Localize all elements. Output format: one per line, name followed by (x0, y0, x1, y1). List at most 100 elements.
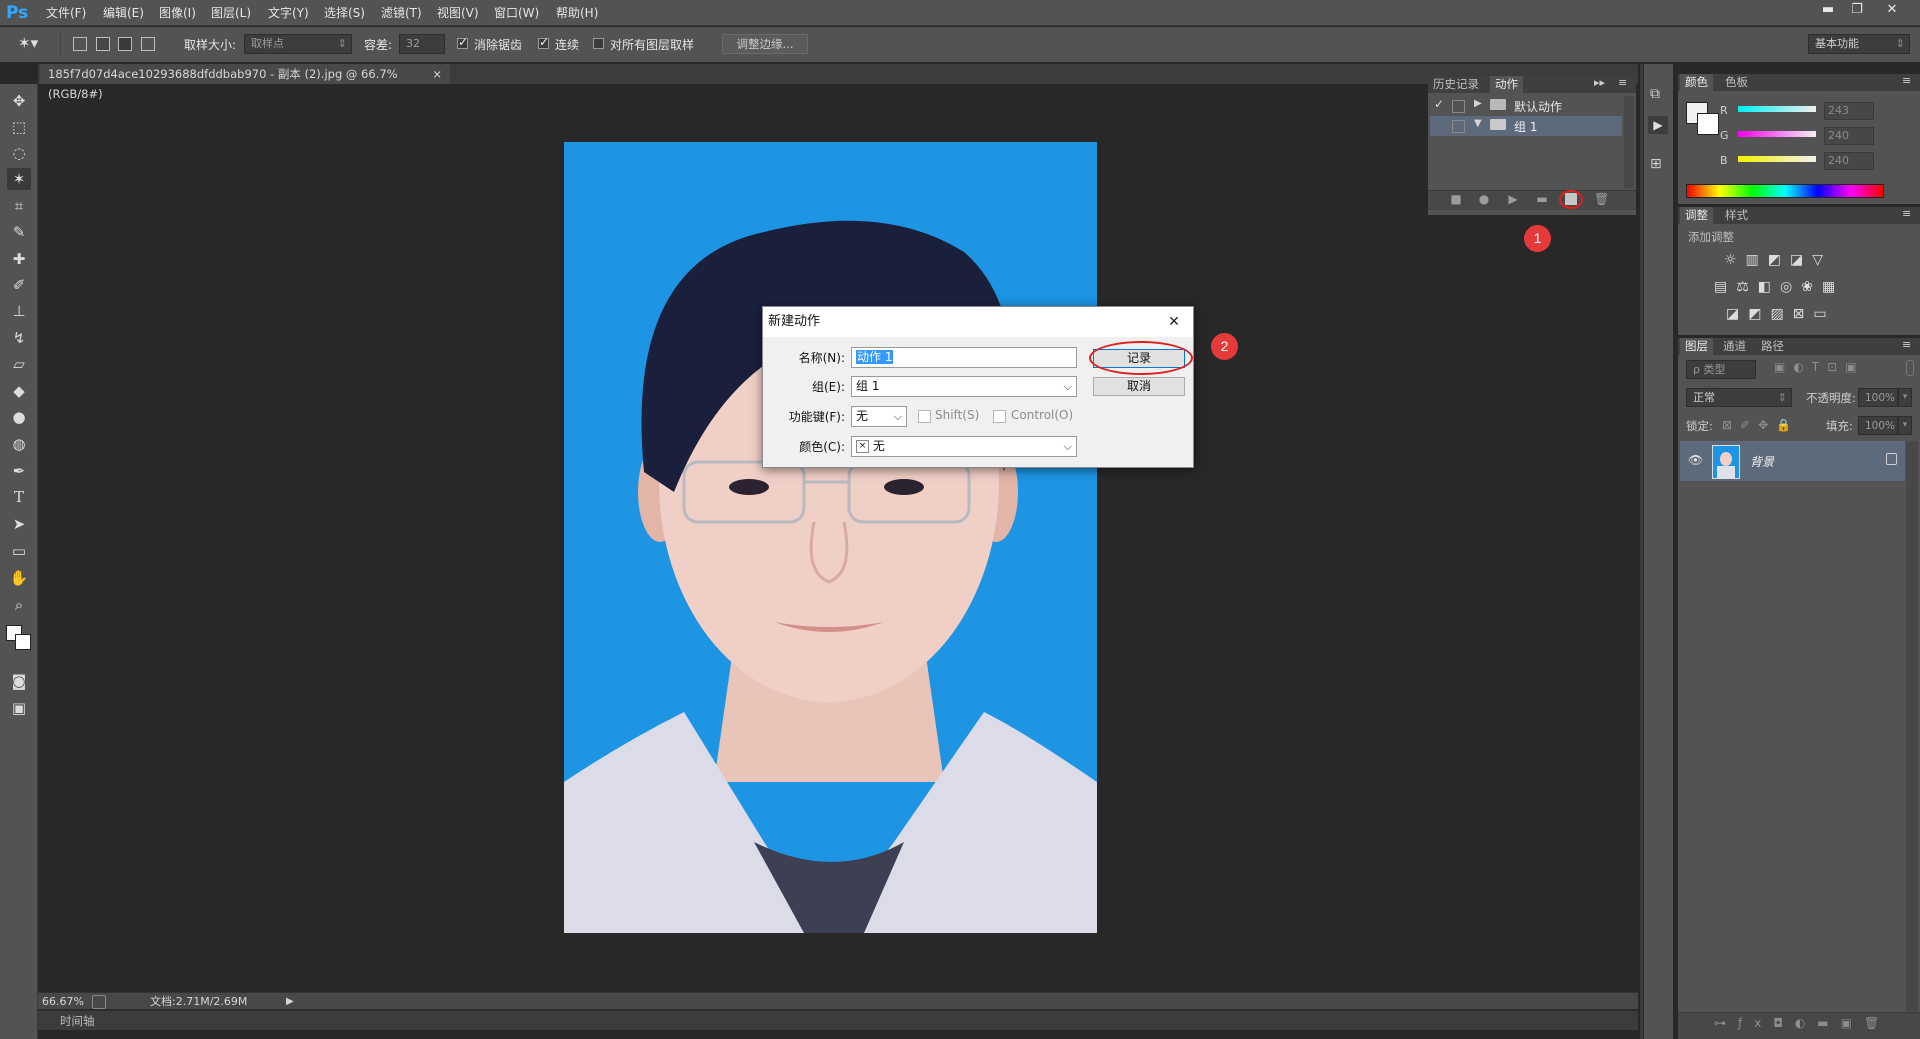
hand-tool-icon[interactable]: ✋ (7, 567, 31, 589)
pen-tool-icon[interactable]: ✒ (7, 460, 31, 482)
tab-styles[interactable]: 样式 (1720, 207, 1753, 224)
history-dock-icon[interactable]: ⧉ (1650, 86, 1660, 102)
record-icon[interactable]: ● (1477, 192, 1491, 206)
menu-select[interactable]: 选择(S) (324, 4, 365, 22)
color-spectrum-ramp[interactable] (1686, 184, 1884, 198)
menu-layer[interactable]: 图层(L) (211, 4, 251, 22)
menu-type[interactable]: 文字(Y) (268, 4, 309, 22)
expand-arrow-icon[interactable]: ▶ (1474, 98, 1482, 109)
subtract-selection-icon[interactable] (118, 37, 132, 51)
dialog-close-icon[interactable]: ✕ (1163, 311, 1185, 333)
color-select[interactable]: × 无 ⌵ (851, 436, 1077, 457)
close-icon[interactable]: ✕ (1878, 1, 1906, 19)
name-input[interactable]: 动作 1 (851, 347, 1077, 368)
blur-tool-icon[interactable]: ● (7, 406, 31, 428)
bg-color-swatch[interactable] (1697, 113, 1719, 135)
tab-actions[interactable]: 动作 (1490, 76, 1523, 93)
layer-name[interactable]: 背景 (1750, 453, 1774, 470)
refine-edge-button[interactable]: 调整边缘... (722, 34, 808, 54)
brush-tool-icon[interactable]: ✐ (7, 274, 31, 296)
adjustment-icons-row3[interactable]: ◪◩▨⊠▭ (1726, 306, 1836, 322)
screen-mode-icon[interactable]: ▣ (7, 697, 31, 719)
zoom-level[interactable]: 66.67% (42, 993, 84, 1010)
anti-alias-checkbox[interactable] (457, 35, 468, 49)
blend-mode-select[interactable]: 正常 ⇕ (1686, 388, 1792, 407)
lasso-tool-icon[interactable]: ◌ (7, 142, 31, 164)
opacity-dropdown-icon[interactable]: ▾ (1898, 388, 1912, 407)
document-tab[interactable]: 185f7d07d4ace10293688dfddbab970 - 副本 (2)… (40, 64, 450, 101)
menu-view[interactable]: 视图(V) (437, 4, 479, 22)
dodge-tool-icon[interactable]: ◍ (7, 433, 31, 455)
status-menu-arrow-icon[interactable]: ▶ (286, 993, 294, 1010)
r-slider[interactable] (1738, 106, 1816, 112)
menu-window[interactable]: 窗口(W) (494, 4, 539, 22)
panel-collapse-icon[interactable]: ▸▸ (1594, 76, 1605, 89)
panel-menu-icon[interactable]: ≡ (1902, 207, 1911, 220)
tab-paths[interactable]: 路径 (1756, 338, 1789, 355)
menu-edit[interactable]: 编辑(E) (103, 4, 144, 22)
new-selection-icon[interactable] (73, 37, 87, 51)
function-key-select[interactable]: 无 ⌵ (851, 406, 907, 427)
trash-icon[interactable]: 🗑 (1594, 192, 1609, 206)
filter-toggle-icon[interactable] (1906, 360, 1914, 376)
magic-wand-tool-icon[interactable]: ✶ (7, 168, 31, 190)
stop-icon[interactable]: ■ (1449, 192, 1463, 206)
opacity-input[interactable]: 100% (1858, 388, 1898, 407)
b-slider[interactable] (1738, 156, 1816, 162)
eraser-tool-icon[interactable]: ▱ (7, 353, 31, 375)
tab-close-icon[interactable]: × (432, 64, 442, 84)
menu-file[interactable]: 文件(F) (46, 4, 86, 22)
workspace-select[interactable]: 基本功能 ⇕ (1808, 34, 1910, 54)
layer-row-background[interactable]: 👁 背景 (1680, 441, 1905, 481)
layer-filter-icons[interactable]: ▣◐T⊡▣ (1774, 360, 1865, 374)
tab-layers[interactable]: 图层 (1680, 338, 1713, 355)
control-checkbox[interactable] (993, 410, 1006, 423)
b-value[interactable]: 240 (1824, 152, 1874, 170)
adjustment-icons-row2[interactable]: ▤⚖◧◎❀▦ (1714, 279, 1844, 295)
adjustment-icons-row1[interactable]: ☼▥◩◪▽ (1724, 252, 1832, 268)
group-select[interactable]: 组 1 ⌵ (851, 376, 1077, 397)
layer-footer-icons[interactable]: ⊶ƒx◘◐▬▣🗑 (1714, 1016, 1891, 1030)
tab-color[interactable]: 颜色 (1680, 74, 1713, 91)
paint-bucket-tool-icon[interactable]: ◆ (7, 380, 31, 402)
menu-filter[interactable]: 滤镜(T) (381, 4, 422, 22)
fill-input[interactable]: 100% (1858, 416, 1898, 435)
action-row-group1[interactable]: ▼ 组 1 (1430, 116, 1622, 136)
action-row-default[interactable]: ✓ ▶ 默认动作 (1430, 96, 1622, 116)
restore-icon[interactable]: ❐ (1843, 1, 1871, 19)
fill-dropdown-icon[interactable]: ▾ (1898, 416, 1912, 435)
actions-dock-icon[interactable]: ▶ (1648, 116, 1668, 134)
quick-mask-icon[interactable]: ◙ (7, 670, 31, 692)
sample-all-layers-checkbox[interactable] (593, 38, 604, 49)
type-tool-icon[interactable]: T (7, 486, 31, 508)
timeline-panel-tab[interactable]: 时间轴 (38, 1010, 1638, 1030)
zoom-tool-icon[interactable]: ⌕ (7, 594, 31, 616)
marquee-tool-icon[interactable]: ⬚ (7, 116, 31, 138)
panel-menu-icon[interactable]: ≡ (1902, 74, 1911, 87)
stamp-tool-icon[interactable]: ⊥ (7, 300, 31, 322)
tab-channels[interactable]: 通道 (1718, 338, 1751, 355)
path-selection-tool-icon[interactable]: ➤ (7, 513, 31, 535)
menu-help[interactable]: 帮助(H) (556, 4, 598, 22)
new-set-icon[interactable]: ▬ (1535, 192, 1549, 206)
action-check-icon[interactable]: ✓ (1434, 97, 1444, 111)
g-value[interactable]: 240 (1824, 127, 1874, 145)
magic-wand-preset-icon[interactable]: ✶▾ (18, 34, 42, 54)
lock-icons[interactable]: ⊠✐✥🔒 (1722, 418, 1799, 432)
properties-dock-icon[interactable]: ⊞ (1650, 156, 1662, 172)
tab-history[interactable]: 历史记录 (1428, 76, 1484, 93)
eyedropper-tool-icon[interactable]: ✎ (7, 221, 31, 243)
rectangle-tool-icon[interactable]: ▭ (7, 540, 31, 562)
collapse-arrow-icon[interactable]: ▼ (1474, 118, 1482, 129)
play-icon[interactable]: ▶ (1506, 192, 1520, 206)
tolerance-input[interactable]: 32 (399, 34, 445, 54)
cancel-button[interactable]: 取消 (1093, 377, 1185, 396)
r-value[interactable]: 243 (1824, 102, 1874, 120)
crop-tool-icon[interactable]: ⌗ (7, 195, 31, 217)
visibility-eye-icon[interactable]: 👁 (1688, 453, 1703, 467)
add-selection-icon[interactable] (96, 37, 110, 51)
layers-scrollbar[interactable] (1906, 441, 1918, 1011)
shift-checkbox[interactable] (918, 410, 931, 423)
dialog-toggle-icon[interactable] (1452, 120, 1465, 133)
move-tool-icon[interactable]: ✥ (7, 90, 31, 112)
